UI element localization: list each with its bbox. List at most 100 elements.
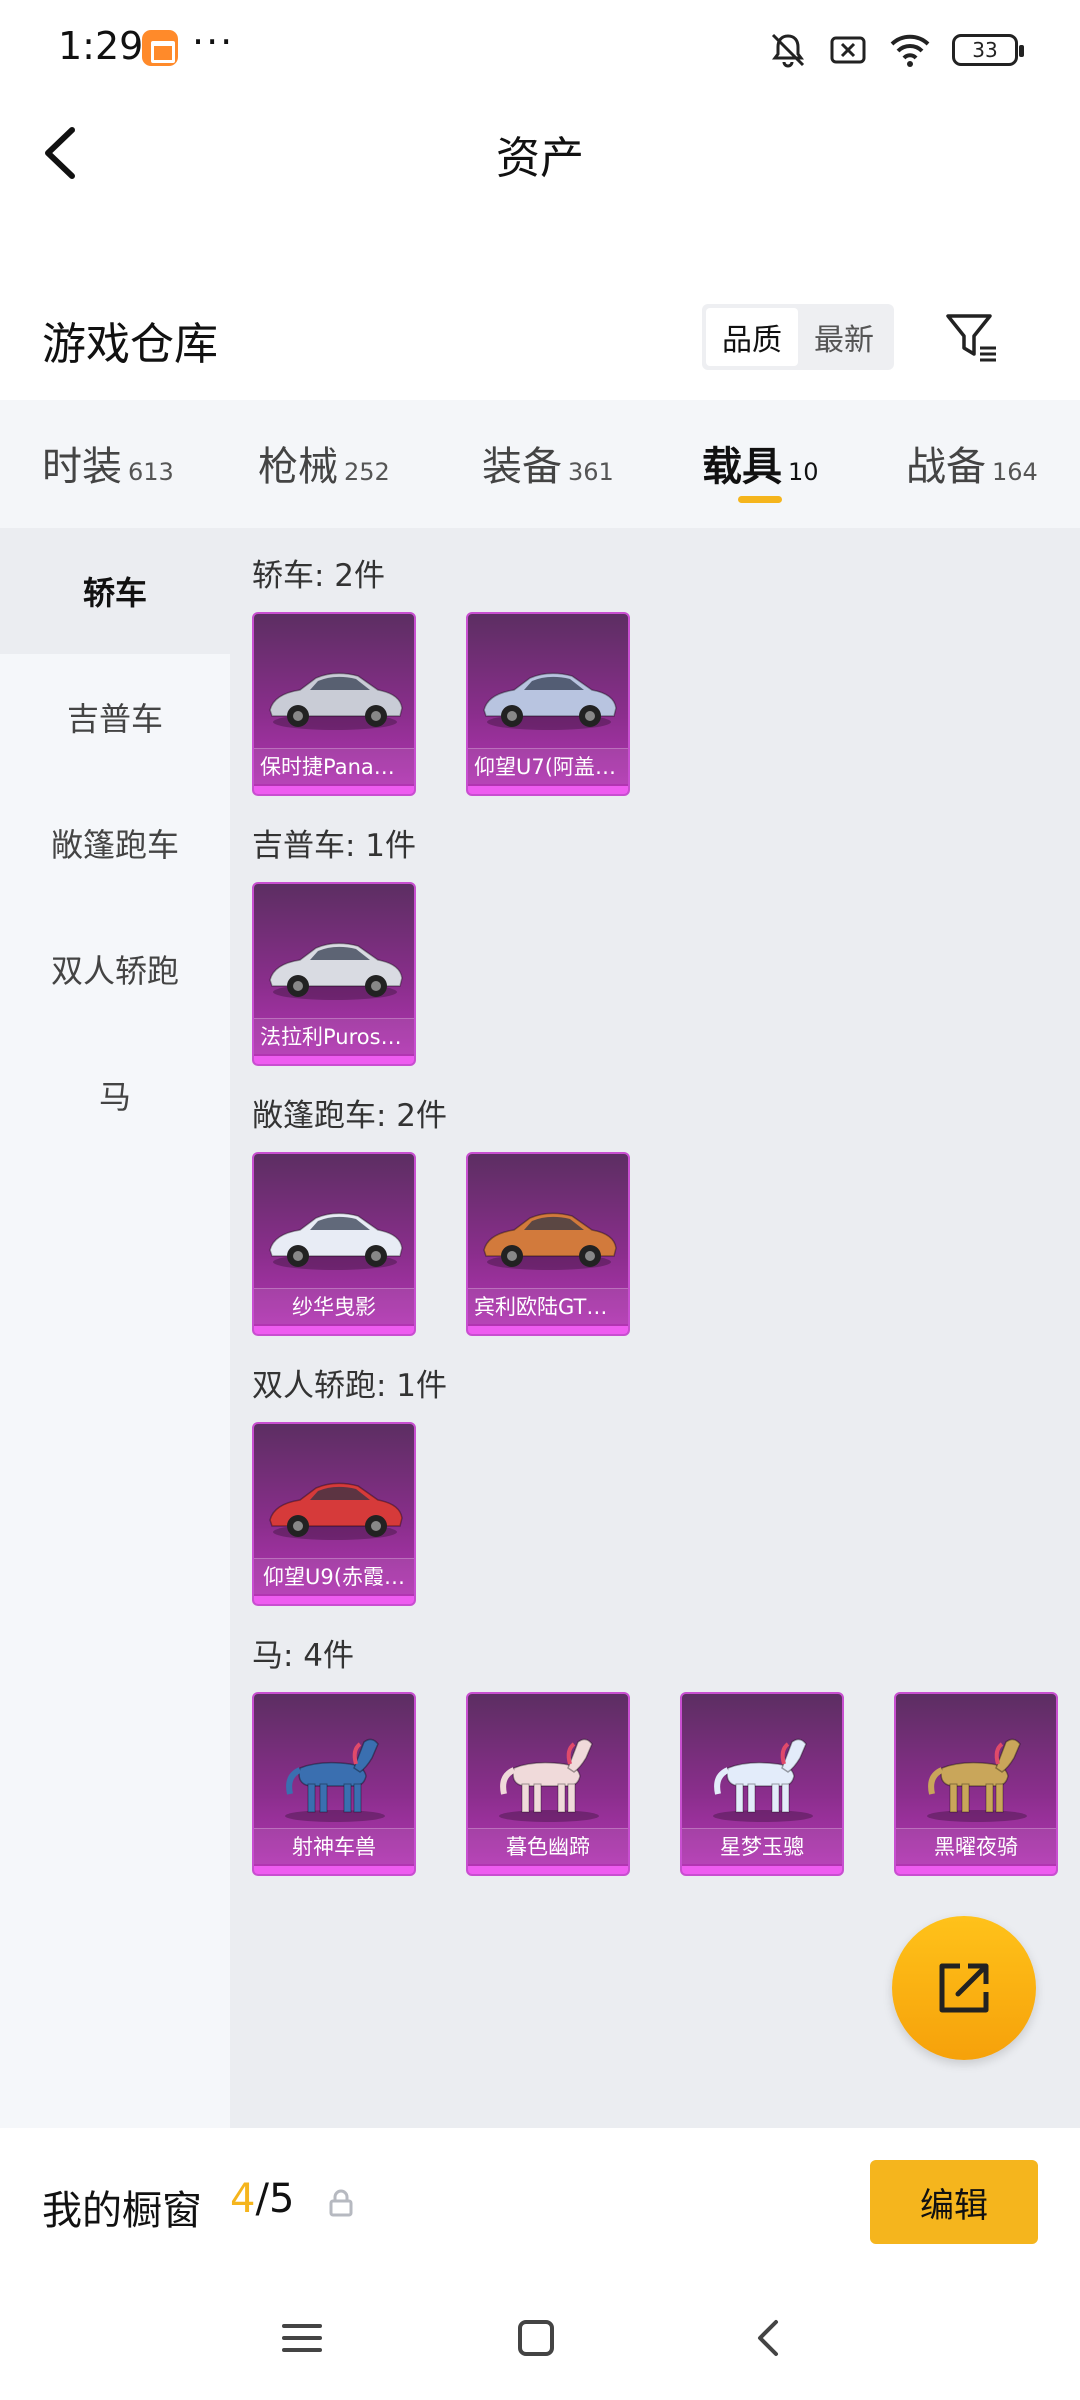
tab-vehicles[interactable]: 载具 10 [702,434,819,492]
active-tab-indicator [738,496,782,503]
showcase-current: 4 [230,2176,256,2222]
tab-count: 10 [788,458,819,486]
system-nav-bar [0,2278,1080,2400]
car-illustration [269,942,403,1000]
group-title-jeep: 吉普车: 1件 [252,828,417,864]
sort-newest-button[interactable]: 最新 [798,308,890,366]
car-illustration [269,672,403,730]
tab-count: 613 [128,458,174,486]
lock-icon [329,2189,353,2217]
vehicle-name: 射神车兽 [254,1828,414,1864]
horse-illustration [713,1738,813,1822]
tab-count: 252 [344,458,390,486]
tab-label: 战备 [906,444,986,490]
subcategory-sidebar: 轿车 吉普车 敞篷跑车 双人轿跑 马 [0,528,230,2128]
vehicle-image [474,1184,624,1284]
showcase-count: 4/5 [230,2176,294,2222]
rarity-bar [896,1866,1056,1874]
vehicle-card[interactable]: 保时捷Panamera [252,612,416,796]
share-button[interactable] [892,1916,1036,2060]
rarity-bar [254,1056,414,1064]
vehicle-image [260,1454,410,1554]
vehicle-grid: 轿车: 2件 保时捷Panamera 仰望U7(阿盖夜… 吉普车: 1件 法拉利… [230,528,1080,2128]
vehicle-name: 纱华曳影 [254,1288,414,1324]
horse-illustration [499,1738,599,1822]
tab-equipment[interactable]: 装备 361 [482,434,614,492]
rarity-bar [468,1326,628,1334]
menu-icon[interactable] [272,2308,332,2368]
sim-off-icon [830,36,866,64]
rarity-bar [254,1596,414,1604]
car-illustration [269,1482,403,1540]
edit-button[interactable]: 编辑 [870,2160,1038,2244]
share-icon [939,1963,989,2013]
category-tabs: 时装 613 枪械 252 装备 361 载具 10 战备 164 [0,400,1080,528]
back-icon[interactable] [740,2308,800,2368]
tab-fashion[interactable]: 时装 613 [42,434,174,492]
vehicle-image [474,644,624,744]
vehicle-image [260,644,410,744]
vehicle-name: 仰望U9(赤霞… [254,1558,414,1594]
sort-quality-button[interactable]: 品质 [706,308,798,366]
group-title-convertible: 敞篷跑车: 2件 [252,1098,448,1134]
sidebar-item-sedan[interactable]: 轿车 [0,528,230,654]
showcase-label: 我的橱窗 [42,2188,202,2234]
rarity-bar [254,786,414,794]
home-icon[interactable] [506,2308,566,2368]
vehicle-card[interactable]: 法拉利Purosangue [252,882,416,1066]
vehicle-card[interactable]: 射神车兽 [252,1692,416,1876]
rarity-bar [682,1866,842,1874]
app-notification-icon [142,30,178,66]
tab-weapons[interactable]: 枪械 252 [258,434,390,492]
wifi-icon [890,34,930,67]
vehicle-name: 法拉利Purosangue [254,1018,414,1054]
vehicle-card[interactable]: 仰望U7(阿盖夜… [466,612,630,796]
vehicle-name: 保时捷Panamera [254,748,414,784]
battery-level: 33 [972,38,998,62]
filter-icon [946,314,996,362]
vehicle-name: 黑曜夜骑 [896,1828,1056,1864]
tab-battle-gear[interactable]: 战备 164 [906,434,1038,492]
vehicle-image [260,1724,410,1824]
horse-illustration [927,1738,1027,1822]
sidebar-item-jeep[interactable]: 吉普车 [0,654,230,780]
vehicle-name: 宾利欧陆GT敞篷 [468,1288,628,1324]
sidebar-item-horse[interactable]: 马 [0,1032,230,1158]
showcase-bar: 我的橱窗 4/5 编辑 [0,2128,1080,2278]
vehicle-card[interactable]: 黑曜夜骑 [894,1692,1058,1876]
vehicle-image [260,914,410,1014]
vehicle-card[interactable]: 星梦玉骢 [680,1692,844,1876]
filter-button[interactable] [942,308,1002,368]
rarity-bar [468,786,628,794]
car-illustration [483,672,617,730]
vehicle-name: 暮色幽蹄 [468,1828,628,1864]
car-illustration [483,1212,617,1270]
vehicle-image [260,1184,410,1284]
vehicle-card[interactable]: 宾利欧陆GT敞篷 [466,1152,630,1336]
vehicle-name: 星梦玉骢 [682,1828,842,1864]
vehicle-name: 仰望U7(阿盖夜… [468,748,628,784]
group-title-horse: 马: 4件 [252,1638,355,1674]
sidebar-item-convertible[interactable]: 敞篷跑车 [0,780,230,906]
battery-icon: 33 [952,34,1024,66]
group-title-coupe: 双人轿跑: 1件 [252,1368,448,1404]
sort-toggle: 品质 最新 [702,304,894,370]
car-illustration [269,1212,403,1270]
vehicle-card[interactable]: 仰望U9(赤霞… [252,1422,416,1606]
showcase-max: 5 [268,2176,295,2222]
showcase-separator: / [255,2176,269,2222]
page-title: 资产 [496,133,584,184]
more-notifications-icon: ··· [192,20,235,64]
vehicle-image [474,1724,624,1824]
status-bar: 1:29 ··· 33 [0,0,1080,100]
vehicle-image [902,1724,1052,1824]
warehouse-title: 游戏仓库 [42,319,218,370]
status-time: 1:29 [58,24,144,68]
vehicle-image [688,1724,838,1824]
tab-label: 装备 [482,444,562,490]
vehicle-card[interactable]: 暮色幽蹄 [466,1692,630,1876]
rarity-bar [468,1866,628,1874]
vehicle-card[interactable]: 纱华曳影 [252,1152,416,1336]
sidebar-item-coupe[interactable]: 双人轿跑 [0,906,230,1032]
rarity-bar [254,1326,414,1334]
